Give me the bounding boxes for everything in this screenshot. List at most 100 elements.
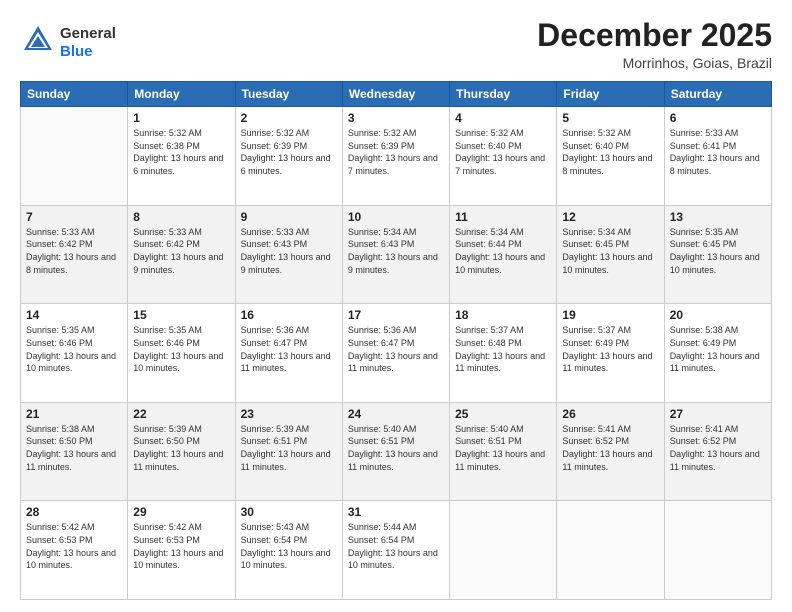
- table-row: 11 Sunrise: 5:34 AMSunset: 6:44 PMDayligh…: [450, 205, 557, 304]
- day-info: Sunrise: 5:33 AMSunset: 6:41 PMDaylight:…: [670, 127, 766, 177]
- col-saturday: Saturday: [664, 82, 771, 107]
- calendar-week-row: 21Sunrise: 5:38 AMSunset: 6:50 PMDayligh…: [21, 402, 772, 501]
- logo-general-text: General: [60, 25, 116, 42]
- day-number: 29: [133, 505, 229, 519]
- col-sunday: Sunday: [21, 82, 128, 107]
- day-info: Sunrise: 5:39 AMSunset: 6:51 PMDaylight:…: [241, 423, 337, 473]
- day-number: 15: [133, 308, 229, 322]
- table-row: 31Sunrise: 5:44 AMSunset: 6:54 PMDayligh…: [342, 501, 449, 600]
- table-row: 21Sunrise: 5:38 AMSunset: 6:50 PMDayligh…: [21, 402, 128, 501]
- day-info: Sunrise: 5:33 AMSunset: 6:43 PMDaylight:…: [241, 226, 337, 276]
- day-number: 7: [26, 210, 122, 224]
- table-row: 30 Sunrise: 5:43 AMSunset: 6:54 PMDayligh…: [235, 501, 342, 600]
- col-friday: Friday: [557, 82, 664, 107]
- day-number: 10: [348, 210, 444, 224]
- day-info: Sunrise: 5:39 AMSunset: 6:50 PMDaylight:…: [133, 423, 229, 473]
- day-number: 1: [133, 111, 229, 125]
- calendar-week-row: 28 Sunrise: 5:42 AMSunset: 6:53 PMDayligh…: [21, 501, 772, 600]
- table-row: 2 Sunrise: 5:32 AMSunset: 6:39 PMDaylight…: [235, 107, 342, 206]
- day-number: 26: [562, 407, 658, 421]
- day-info: Sunrise: 5:35 AMSunset: 6:46 PMDaylight:…: [133, 324, 229, 374]
- col-wednesday: Wednesday: [342, 82, 449, 107]
- day-info: Sunrise: 5:34 AMSunset: 6:45 PMDaylight:…: [562, 226, 658, 276]
- day-number: 25: [455, 407, 551, 421]
- day-number: 9: [241, 210, 337, 224]
- day-info: Sunrise: 5:42 AMSunset: 6:53 PMDaylight:…: [133, 521, 229, 571]
- day-info: Sunrise: 5:33 AMSunset: 6:42 PMDaylight:…: [133, 226, 229, 276]
- day-info: Sunrise: 5:32 AMSunset: 6:40 PMDaylight:…: [455, 127, 551, 177]
- table-row: 22 Sunrise: 5:39 AMSunset: 6:50 PMDayligh…: [128, 402, 235, 501]
- table-row: 25 Sunrise: 5:40 AMSunset: 6:51 PMDayligh…: [450, 402, 557, 501]
- col-monday: Monday: [128, 82, 235, 107]
- day-info: Sunrise: 5:40 AMSunset: 6:51 PMDaylight:…: [455, 423, 551, 473]
- title-block: December 2025 Morrinhos, Goias, Brazil: [537, 18, 772, 71]
- day-number: 8: [133, 210, 229, 224]
- day-info: Sunrise: 5:33 AMSunset: 6:42 PMDaylight:…: [26, 226, 122, 276]
- table-row: 3Sunrise: 5:32 AMSunset: 6:39 PMDaylight…: [342, 107, 449, 206]
- table-row: [557, 501, 664, 600]
- day-info: Sunrise: 5:42 AMSunset: 6:53 PMDaylight:…: [26, 521, 122, 571]
- calendar-week-row: 1 Sunrise: 5:32 AMSunset: 6:38 PMDaylight…: [21, 107, 772, 206]
- table-row: [21, 107, 128, 206]
- day-info: Sunrise: 5:32 AMSunset: 6:38 PMDaylight:…: [133, 127, 229, 177]
- day-info: Sunrise: 5:38 AMSunset: 6:50 PMDaylight:…: [26, 423, 122, 473]
- table-row: 29 Sunrise: 5:42 AMSunset: 6:53 PMDayligh…: [128, 501, 235, 600]
- day-info: Sunrise: 5:41 AMSunset: 6:52 PMDaylight:…: [562, 423, 658, 473]
- day-number: 2: [241, 111, 337, 125]
- day-number: 19: [562, 308, 658, 322]
- table-row: 16 Sunrise: 5:36 AMSunset: 6:47 PMDayligh…: [235, 304, 342, 403]
- table-row: 8 Sunrise: 5:33 AMSunset: 6:42 PMDaylight…: [128, 205, 235, 304]
- day-info: Sunrise: 5:35 AMSunset: 6:45 PMDaylight:…: [670, 226, 766, 276]
- table-row: 28 Sunrise: 5:42 AMSunset: 6:53 PMDayligh…: [21, 501, 128, 600]
- day-info: Sunrise: 5:36 AMSunset: 6:47 PMDaylight:…: [348, 324, 444, 374]
- table-row: 23 Sunrise: 5:39 AMSunset: 6:51 PMDayligh…: [235, 402, 342, 501]
- day-info: Sunrise: 5:40 AMSunset: 6:51 PMDaylight:…: [348, 423, 444, 473]
- day-number: 3: [348, 111, 444, 125]
- day-info: Sunrise: 5:38 AMSunset: 6:49 PMDaylight:…: [670, 324, 766, 374]
- day-number: 28: [26, 505, 122, 519]
- day-number: 14: [26, 308, 122, 322]
- table-row: 10 Sunrise: 5:34 AMSunset: 6:43 PMDayligh…: [342, 205, 449, 304]
- col-thursday: Thursday: [450, 82, 557, 107]
- day-info: Sunrise: 5:32 AMSunset: 6:40 PMDaylight:…: [562, 127, 658, 177]
- table-row: 5 Sunrise: 5:32 AMSunset: 6:40 PMDaylight…: [557, 107, 664, 206]
- month-title: December 2025: [537, 18, 772, 53]
- table-row: 18Sunrise: 5:37 AMSunset: 6:48 PMDayligh…: [450, 304, 557, 403]
- day-number: 5: [562, 111, 658, 125]
- location: Morrinhos, Goias, Brazil: [537, 55, 772, 71]
- day-info: Sunrise: 5:36 AMSunset: 6:47 PMDaylight:…: [241, 324, 337, 374]
- calendar-table: Sunday Monday Tuesday Wednesday Thursday…: [20, 81, 772, 600]
- day-number: 23: [241, 407, 337, 421]
- table-row: 13Sunrise: 5:35 AMSunset: 6:45 PMDayligh…: [664, 205, 771, 304]
- day-info: Sunrise: 5:34 AMSunset: 6:44 PMDaylight:…: [455, 226, 551, 276]
- day-number: 16: [241, 308, 337, 322]
- calendar-header-row: Sunday Monday Tuesday Wednesday Thursday…: [21, 82, 772, 107]
- table-row: 26 Sunrise: 5:41 AMSunset: 6:52 PMDayligh…: [557, 402, 664, 501]
- header: General Blue December 2025 Morrinhos, Go…: [20, 18, 772, 71]
- table-row: 19 Sunrise: 5:37 AMSunset: 6:49 PMDayligh…: [557, 304, 664, 403]
- page: General Blue December 2025 Morrinhos, Go…: [0, 0, 792, 612]
- day-number: 18: [455, 308, 551, 322]
- day-info: Sunrise: 5:34 AMSunset: 6:43 PMDaylight:…: [348, 226, 444, 276]
- day-number: 30: [241, 505, 337, 519]
- day-number: 17: [348, 308, 444, 322]
- logo-icon: [20, 22, 56, 58]
- day-info: Sunrise: 5:43 AMSunset: 6:54 PMDaylight:…: [241, 521, 337, 571]
- table-row: 9 Sunrise: 5:33 AMSunset: 6:43 PMDaylight…: [235, 205, 342, 304]
- table-row: 1 Sunrise: 5:32 AMSunset: 6:38 PMDaylight…: [128, 107, 235, 206]
- day-number: 22: [133, 407, 229, 421]
- day-number: 12: [562, 210, 658, 224]
- table-row: 6 Sunrise: 5:33 AMSunset: 6:41 PMDaylight…: [664, 107, 771, 206]
- day-info: Sunrise: 5:32 AMSunset: 6:39 PMDaylight:…: [241, 127, 337, 177]
- day-info: Sunrise: 5:41 AMSunset: 6:52 PMDaylight:…: [670, 423, 766, 473]
- calendar-week-row: 14 Sunrise: 5:35 AMSunset: 6:46 PMDayligh…: [21, 304, 772, 403]
- table-row: [450, 501, 557, 600]
- table-row: 15 Sunrise: 5:35 AMSunset: 6:46 PMDayligh…: [128, 304, 235, 403]
- day-number: 20: [670, 308, 766, 322]
- logo: General Blue: [20, 22, 116, 63]
- day-number: 27: [670, 407, 766, 421]
- day-number: 6: [670, 111, 766, 125]
- day-info: Sunrise: 5:37 AMSunset: 6:49 PMDaylight:…: [562, 324, 658, 374]
- day-number: 11: [455, 210, 551, 224]
- table-row: 24Sunrise: 5:40 AMSunset: 6:51 PMDayligh…: [342, 402, 449, 501]
